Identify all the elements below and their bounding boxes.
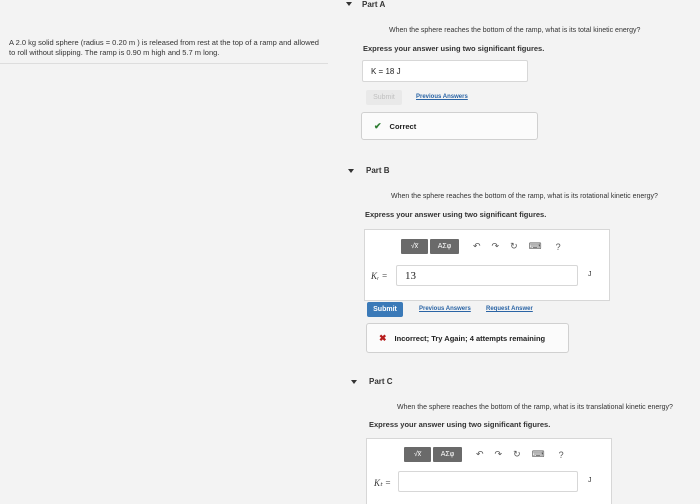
part-c-instruction: Express your answer using two significan… [369, 420, 551, 429]
checkmark-icon: ✔ [374, 120, 382, 131]
part-a-feedback: ✔ Correct [361, 112, 538, 140]
part-a-answer-display: K = 18 J [362, 60, 528, 82]
part-c-variable-label: Kₜ = [374, 478, 391, 488]
part-b-request-answer-link[interactable]: Request Answer [486, 306, 533, 312]
collapse-part-b-icon[interactable] [348, 169, 354, 173]
keyboard-icon[interactable]: ⌨ [529, 241, 542, 252]
part-b-variable-label: Kᵣ = [371, 271, 388, 281]
undo-icon[interactable]: ↶ [476, 449, 484, 460]
part-c-math-toolbar: √x̅ ΑΣφ ↶ ↷ ↻ ⌨ ? [404, 447, 564, 462]
part-a-submit-button[interactable]: Submit [366, 90, 402, 105]
part-b-previous-answers-link[interactable]: Previous Answers [419, 306, 471, 312]
part-b-answer-input[interactable]: 13 [396, 265, 578, 286]
reset-icon[interactable]: ↻ [510, 241, 518, 252]
part-c-unit: J [588, 477, 592, 484]
part-b-feedback: ✖ Incorrect; Try Again; 4 attempts remai… [366, 323, 569, 353]
template-button[interactable]: √x̅ [404, 447, 431, 462]
collapse-part-c-icon[interactable] [351, 380, 357, 384]
error-x-icon: ✖ [379, 332, 387, 343]
symbols-button[interactable]: ΑΣφ [430, 239, 459, 254]
part-a-instruction: Express your answer using two significan… [363, 44, 545, 53]
part-c-answer-input[interactable] [398, 471, 578, 492]
redo-icon[interactable]: ↷ [495, 449, 503, 460]
part-a-previous-answers-link[interactable]: Previous Answers [416, 94, 468, 100]
help-icon[interactable]: ? [556, 242, 561, 252]
part-a-title[interactable]: Part A [362, 0, 385, 9]
reset-icon[interactable]: ↻ [513, 449, 521, 460]
part-c-question: When the sphere reaches the bottom of th… [397, 404, 673, 411]
problem-statement: A 2.0 kg solid sphere (radius = 0.20 m )… [9, 38, 319, 57]
part-a-feedback-text: Correct [389, 121, 417, 131]
keyboard-icon[interactable]: ⌨ [532, 449, 545, 460]
part-b-math-toolbar: √x̅ ΑΣφ ↶ ↷ ↻ ⌨ ? [401, 239, 561, 254]
part-b-feedback-text: Incorrect; Try Again; 4 attempts remaini… [394, 333, 546, 343]
part-b-submit-button[interactable]: Submit [367, 302, 403, 317]
part-c-title[interactable]: Part C [369, 377, 393, 386]
undo-icon[interactable]: ↶ [473, 241, 481, 252]
help-icon[interactable]: ? [559, 450, 564, 460]
collapse-part-a-icon[interactable] [346, 2, 352, 6]
part-b-instruction: Express your answer using two significan… [365, 210, 547, 219]
template-button[interactable]: √x̅ [401, 239, 428, 254]
part-b-unit: J [588, 271, 592, 278]
part-a-question: When the sphere reaches the bottom of th… [389, 27, 641, 34]
part-b-question: When the sphere reaches the bottom of th… [391, 193, 658, 200]
redo-icon[interactable]: ↷ [492, 241, 500, 252]
symbols-button[interactable]: ΑΣφ [433, 447, 462, 462]
divider [0, 63, 328, 64]
part-b-title[interactable]: Part B [366, 166, 390, 175]
